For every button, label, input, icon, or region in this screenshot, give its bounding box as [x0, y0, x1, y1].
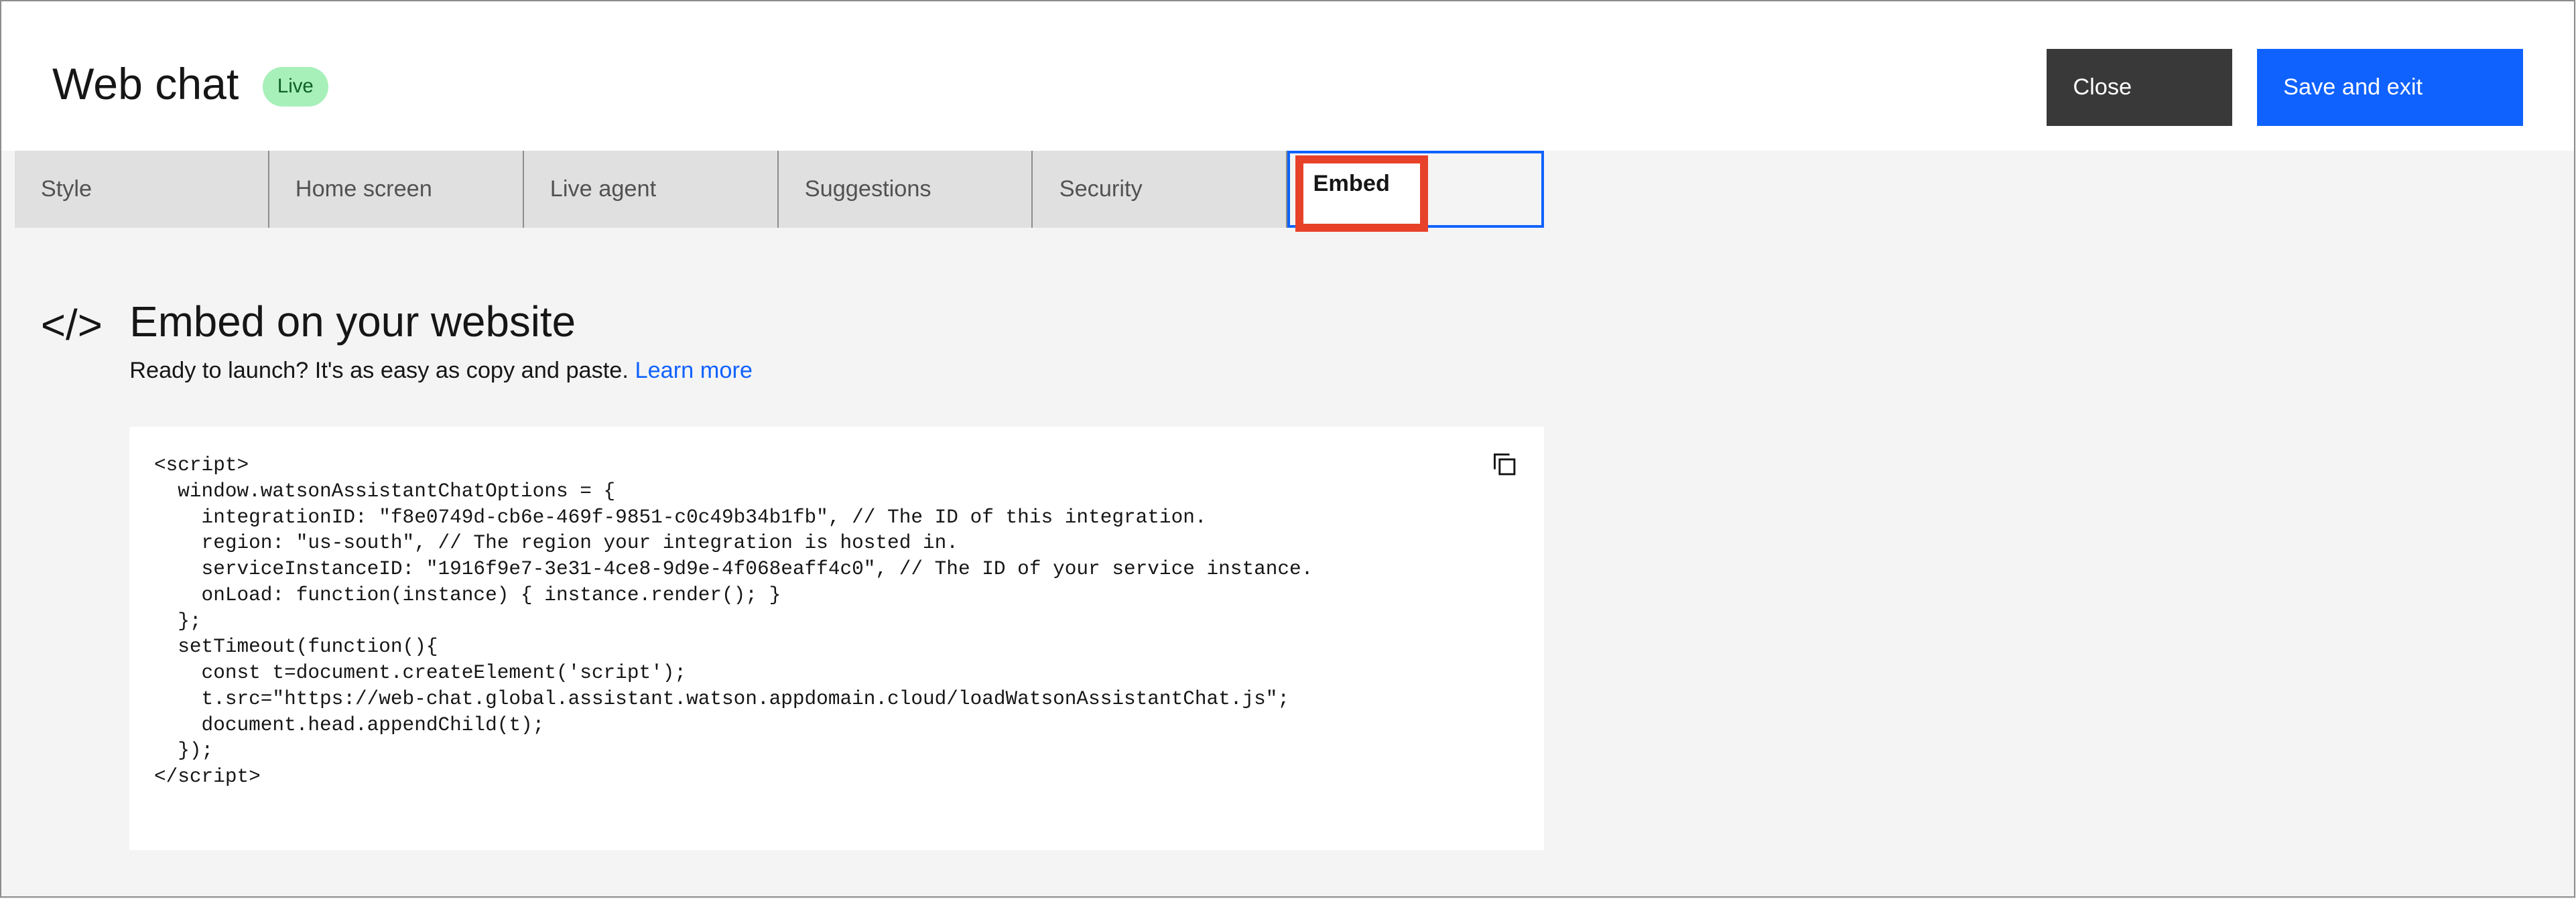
code-text: <script> window.watsonAssistantChatOptio…	[153, 454, 1313, 788]
code-snippet: <script> window.watsonAssistantChatOptio…	[129, 426, 1544, 851]
tab-live-agent[interactable]: Live agent	[523, 151, 779, 228]
tab-suggestions[interactable]: Suggestions	[778, 151, 1033, 228]
tab-style[interactable]: Style	[14, 151, 269, 228]
section-heading: Embed on your website	[129, 297, 576, 346]
code-icon: </>	[40, 301, 103, 350]
tab-home-screen[interactable]: Home screen	[269, 151, 524, 228]
subtitle-text: Ready to launch? It's as easy as copy an…	[129, 357, 629, 383]
learn-more-link[interactable]: Learn more	[635, 358, 752, 383]
tab-embed-label: Embed	[1313, 170, 1390, 196]
close-button[interactable]: Close	[2047, 49, 2233, 127]
status-badge: Live	[262, 67, 328, 107]
save-and-exit-button[interactable]: Save and exit	[2256, 49, 2524, 127]
copy-icon[interactable]	[1493, 453, 1516, 476]
header: Web chat Live Close Save and exit	[1, 1, 2575, 151]
web-chat-settings: Web chat Live Close Save and exit Style …	[0, 0, 2576, 898]
section-subtitle: Ready to launch? It's as easy as copy an…	[129, 358, 753, 384]
page-title: Web chat	[52, 59, 239, 109]
tab-embed[interactable]: Embed	[1287, 151, 1544, 232]
tab-security[interactable]: Security	[1033, 151, 1288, 228]
highlight-box: Embed	[1295, 155, 1428, 232]
tab-bar: Style Home screen Live agent Suggestions…	[14, 151, 1544, 232]
